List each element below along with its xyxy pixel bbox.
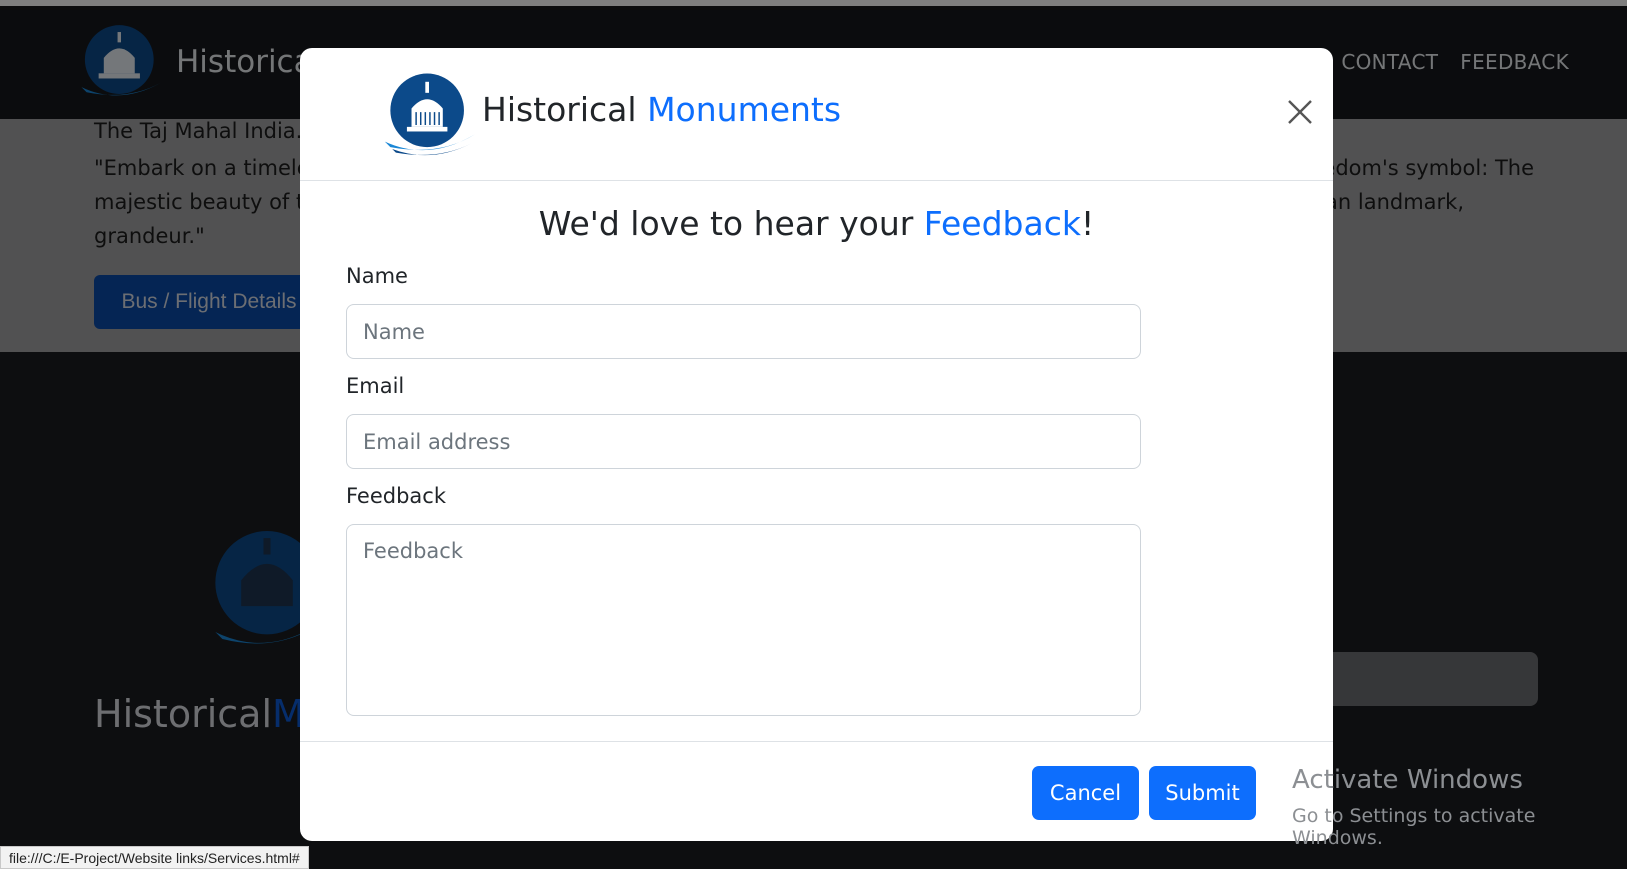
modal-footer: Cancel Submit bbox=[300, 741, 1333, 841]
email-input[interactable] bbox=[346, 414, 1141, 469]
capitol-dome-logo-icon bbox=[384, 73, 475, 156]
feedback-modal: Historical Monuments We'd love to hear y… bbox=[300, 48, 1333, 841]
modal-title: We'd love to hear your Feedback! bbox=[300, 204, 1333, 243]
feedback-label: Feedback bbox=[346, 484, 447, 508]
modal-brand-accent: Monuments bbox=[647, 90, 842, 129]
modal-title-prefix: We'd love to hear your bbox=[538, 204, 924, 243]
activate-windows-subtitle: Go to Settings to activate Windows. bbox=[1292, 805, 1536, 849]
email-label: Email bbox=[346, 374, 405, 398]
activate-windows-title: Activate Windows bbox=[1292, 765, 1523, 795]
close-icon[interactable] bbox=[1286, 98, 1314, 126]
modal-brand-main: Historical bbox=[482, 90, 648, 129]
modal-title-accent: Feedback bbox=[923, 204, 1081, 243]
modal-header: Historical Monuments bbox=[300, 48, 1333, 181]
windows-activation-watermark: Activate Windows Go to Settings to activ… bbox=[1292, 765, 1627, 849]
name-input[interactable] bbox=[346, 304, 1141, 359]
submit-button[interactable]: Submit bbox=[1149, 766, 1256, 820]
cancel-button[interactable]: Cancel bbox=[1032, 766, 1139, 820]
modal-brand: Historical Monuments bbox=[482, 90, 841, 129]
modal-title-suffix: ! bbox=[1080, 204, 1095, 243]
feedback-textarea[interactable] bbox=[346, 524, 1141, 716]
browser-status-url: file:///C:/E-Project/Website links/Servi… bbox=[0, 846, 309, 869]
name-label: Name bbox=[346, 264, 408, 288]
